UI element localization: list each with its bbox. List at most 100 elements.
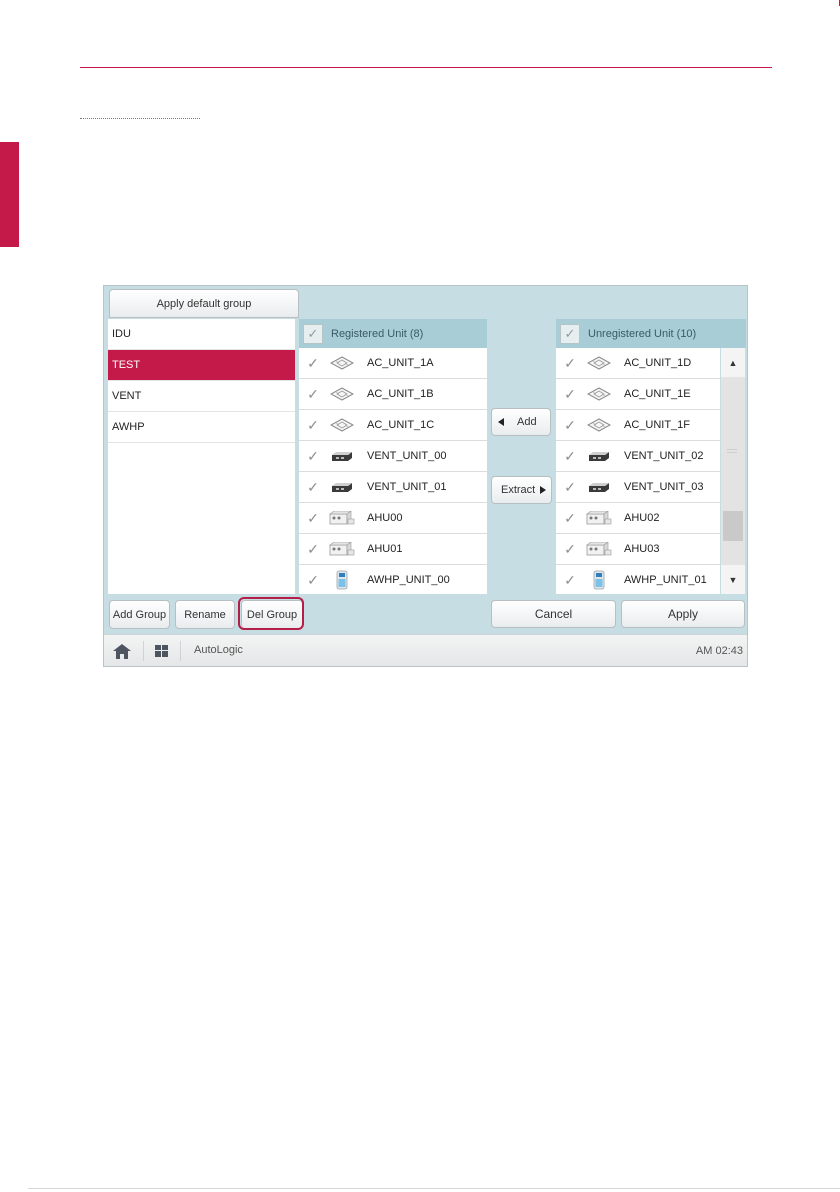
page-top-rule <box>80 67 772 68</box>
unit-name: AC_UNIT_1E <box>624 388 691 400</box>
vent-unit-icon <box>586 447 612 465</box>
rename-button[interactable]: Rename <box>175 600 235 629</box>
registered-unit-header-label: Registered Unit (8) <box>331 327 424 340</box>
unit-checkbox[interactable]: ✓ <box>560 417 580 434</box>
group-list: IDU TEST VENT AWHP <box>108 319 295 594</box>
apply-default-group-button[interactable]: Apply default group <box>109 289 299 318</box>
cassette-icon <box>329 416 355 434</box>
unit-row[interactable]: ✓ AHU03 <box>556 534 720 565</box>
unit-row[interactable]: ✓ AC_UNIT_1B <box>299 379 487 410</box>
unit-checkbox[interactable]: ✓ <box>560 510 580 527</box>
select-all-registered-checkbox[interactable]: ✓ <box>303 323 323 344</box>
unit-checkbox[interactable]: ✓ <box>303 386 323 403</box>
unit-name: AC_UNIT_1B <box>367 388 434 400</box>
unit-checkbox[interactable]: ✓ <box>303 572 323 589</box>
unit-row[interactable]: ✓ VENT_UNIT_03 <box>556 472 720 503</box>
status-bar: AutoLogic AM 02:43 <box>104 634 747 666</box>
unit-row[interactable]: ✓ AHU00 <box>299 503 487 534</box>
status-divider <box>143 641 144 661</box>
unit-name: VENT_UNIT_01 <box>367 481 447 493</box>
unit-checkbox[interactable]: ✓ <box>303 448 323 465</box>
unit-checkbox[interactable]: ✓ <box>303 479 323 496</box>
unit-row[interactable]: ✓ AC_UNIT_1E <box>556 379 720 410</box>
unit-row[interactable]: ✓ AHU02 <box>556 503 720 534</box>
unit-checkbox[interactable]: ✓ <box>560 355 580 372</box>
vent-unit-icon <box>329 478 355 496</box>
chapter-side-tab <box>0 142 19 247</box>
select-all-unregistered-checkbox[interactable]: ✓ <box>560 323 580 344</box>
unit-row[interactable]: ✓ AWHP_UNIT_01 <box>556 565 720 594</box>
unit-row[interactable]: ✓ AC_UNIT_1A <box>299 348 487 379</box>
unit-name: VENT_UNIT_00 <box>367 450 447 462</box>
unit-name: AC_UNIT_1F <box>624 419 691 431</box>
unit-row[interactable]: ✓ AC_UNIT_1D <box>556 348 720 379</box>
cancel-button[interactable]: Cancel <box>491 600 616 628</box>
thumb-grip-line <box>727 452 737 453</box>
unregistered-unit-panel: ✓ Unregistered Unit (10) ✓ AC_UNIT_1D ✓ AC_… <box>556 319 720 594</box>
unregistered-unit-header: ✓ Unregistered Unit (10) <box>556 319 720 348</box>
unit-row[interactable]: ✓ VENT_UNIT_02 <box>556 441 720 472</box>
unit-name: AHU00 <box>367 512 403 524</box>
scroll-thumb[interactable] <box>723 511 743 542</box>
apply-button[interactable]: Apply <box>621 600 745 628</box>
ahu-icon <box>586 509 612 527</box>
scroll-down-button[interactable]: ▼ <box>721 565 745 594</box>
group-item-vent[interactable]: VENT <box>108 381 295 412</box>
add-button-label: Add <box>517 416 537 428</box>
unregistered-unit-header-label: Unregistered Unit (10) <box>588 327 697 340</box>
thumb-grip-line <box>727 449 737 450</box>
unit-name: AC_UNIT_1C <box>367 419 435 431</box>
add-group-button[interactable]: Add Group <box>109 600 170 629</box>
add-button[interactable]: Add <box>491 408 551 436</box>
group-item-test[interactable]: TEST <box>108 350 295 381</box>
unit-name: AC_UNIT_1D <box>624 357 692 369</box>
unit-name: AHU01 <box>367 543 403 555</box>
cassette-icon <box>329 385 355 403</box>
unit-row[interactable]: ✓ AC_UNIT_1F <box>556 410 720 441</box>
registered-unit-panel: ✓ Registered Unit (8) ✓ AC_UNIT_1A ✓ AC_UNI… <box>299 319 487 594</box>
unit-checkbox[interactable]: ✓ <box>303 541 323 558</box>
ahu-icon <box>329 540 355 558</box>
cassette-icon <box>586 416 612 434</box>
unit-name: AWHP_UNIT_01 <box>624 574 707 586</box>
group-item-idu[interactable]: IDU <box>108 319 295 350</box>
unit-row[interactable]: ✓ AHU01 <box>299 534 487 565</box>
ahu-icon <box>586 540 612 558</box>
clock: AM 02:43 <box>695 645 743 657</box>
unit-row[interactable]: ✓ VENT_UNIT_01 <box>299 472 487 503</box>
dotted-rule <box>80 118 200 119</box>
triangle-right-icon <box>540 486 547 494</box>
unit-checkbox[interactable]: ✓ <box>303 355 323 372</box>
unit-name: VENT_UNIT_03 <box>624 481 704 493</box>
del-group-button[interactable]: Del Group <box>241 600 303 629</box>
unit-checkbox[interactable]: ✓ <box>560 572 580 589</box>
cassette-icon <box>586 354 612 372</box>
unit-name: AHU03 <box>624 543 660 555</box>
triangle-left-icon <box>498 418 504 426</box>
extract-button[interactable]: Extract <box>491 476 552 504</box>
unit-checkbox[interactable]: ✓ <box>560 386 580 403</box>
home-icon[interactable] <box>113 644 131 659</box>
ahu-icon <box>329 509 355 527</box>
unit-row[interactable]: ✓ VENT_UNIT_00 <box>299 441 487 472</box>
menu-grid-icon[interactable] <box>155 645 168 657</box>
unit-checkbox[interactable]: ✓ <box>560 541 580 558</box>
status-divider <box>180 641 181 661</box>
cassette-icon <box>329 354 355 372</box>
extract-button-label: Extract <box>501 484 536 496</box>
unit-checkbox[interactable]: ✓ <box>303 510 323 527</box>
unregistered-scrollbar[interactable]: ▲ ▼ <box>721 348 745 594</box>
scroll-up-button[interactable]: ▲ <box>721 348 745 377</box>
unit-checkbox[interactable]: ✓ <box>560 448 580 465</box>
vent-unit-icon <box>329 447 355 465</box>
group-item-awhp[interactable]: AWHP <box>108 412 295 443</box>
awhp-icon <box>329 570 355 590</box>
unit-checkbox[interactable]: ✓ <box>303 417 323 434</box>
vent-unit-icon <box>586 478 612 496</box>
group-setting-screen: Apply default group IDU TEST VENT AWHP ✓ Re… <box>103 285 748 667</box>
page-bottom-rule <box>28 1188 840 1189</box>
unit-row[interactable]: ✓ AC_UNIT_1C <box>299 410 487 441</box>
unit-row[interactable]: ✓ AWHP_UNIT_00 <box>299 565 487 594</box>
registered-unit-header: ✓ Registered Unit (8) <box>299 319 487 348</box>
unit-checkbox[interactable]: ✓ <box>560 479 580 496</box>
